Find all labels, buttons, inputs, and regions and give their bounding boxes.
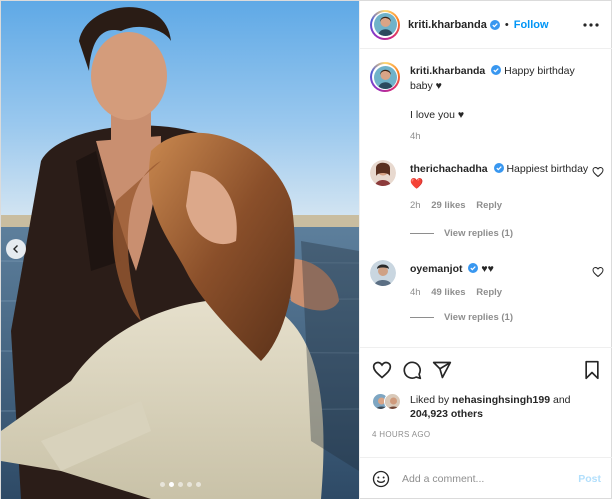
like-comment-heart-icon[interactable] [592,166,604,178]
photo-scene [1,1,359,499]
comment-likes[interactable]: 29 likes [431,200,465,211]
liker-username[interactable]: nehasinghsingh199 [452,394,550,406]
comment-body: oyemanjot ♥♥ 4h 49 likes Reply [410,260,590,300]
instagram-post: kriti.kharbanda • Follow kriti.kharbanda… [0,0,612,499]
heart-icon[interactable] [372,360,392,380]
verified-badge-icon [493,163,504,173]
comment-username[interactable]: therichachadha [410,163,488,175]
reply-button[interactable]: Reply [476,287,502,298]
likes-text: Liked by nehasinghsingh199 and 204,923 o… [410,393,571,421]
post-photo[interactable] [1,1,359,499]
more-options-button[interactable] [581,15,601,35]
author-avatar [373,13,397,36]
carousel-dot [177,482,183,487]
like-comment-heart-icon[interactable] [592,266,604,278]
caption-body: kriti.kharbanda Happy birthday baby ♥ I … [410,62,590,144]
caption-time[interactable]: 4h [410,131,421,142]
comment-time[interactable]: 4h [410,287,421,298]
author-username[interactable]: kriti.kharbanda [408,19,487,31]
bookmark-icon[interactable] [582,360,602,380]
caption-row: kriti.kharbanda Happy birthday baby ♥ I … [370,62,610,152]
view-replies-label: View replies (1) [444,312,513,323]
view-replies-button[interactable]: View replies (1) [410,312,600,323]
comment-text: ♥♥ [481,263,494,275]
caption-username[interactable]: kriti.kharbanda [410,65,485,77]
verified-badge-icon [491,65,502,75]
comment-input[interactable] [402,472,572,485]
likes-and: and [552,394,571,406]
carousel-dot [186,482,192,487]
replies-divider-line [410,317,434,318]
carousel-dot-active [168,482,174,487]
carousel-dot [159,482,165,487]
replies-divider-line [410,233,434,234]
author-avatar-ring[interactable] [370,9,400,40]
emoji-icon[interactable] [372,470,390,488]
carousel-dot [195,482,201,487]
liker-avatar[interactable] [384,393,401,410]
view-replies-label: View replies (1) [444,228,513,239]
comment-username[interactable]: oyemanjot [410,263,463,275]
more-icon [583,23,599,27]
share-icon[interactable] [432,360,452,380]
liker-avatars [372,393,406,411]
carousel-dots [1,482,359,487]
caption-avatar [373,65,397,89]
comment-body: therichachadha Happiest birthday ❤️ 2h 2… [410,160,590,213]
header-separator: • [504,18,509,31]
follow-button[interactable]: Follow [514,19,549,31]
comments-list: kriti.kharbanda Happy birthday baby ♥ I … [360,50,612,346]
caption-line-2: I love you ♥ [410,109,465,121]
post-side-panel: kriti.kharbanda • Follow kriti.kharbanda… [359,1,612,499]
action-bar [360,347,612,389]
heart-emoji: ❤️ [410,178,424,190]
view-replies-button[interactable]: View replies (1) [410,228,600,239]
comment-icon[interactable] [402,360,422,380]
post-comment-button[interactable]: Post [578,473,601,485]
likes-summary: Liked by nehasinghsingh199 and 204,923 o… [372,393,608,423]
reply-button[interactable]: Reply [476,200,502,211]
comment-time[interactable]: 2h [410,200,421,211]
carousel-prev-button[interactable] [6,239,26,259]
comment-composer: Post [360,457,612,499]
caption-avatar-ring[interactable] [370,62,400,92]
verified-badge-icon [468,263,479,273]
comment-text: Happiest birthday [506,163,589,175]
post-header: kriti.kharbanda • Follow [360,1,612,49]
likes-prefix: Liked by [410,394,450,406]
comment-likes[interactable]: 49 likes [431,287,465,298]
verified-badge-icon [489,19,500,30]
commenter-avatar[interactable] [370,260,396,286]
likes-count[interactable]: 204,923 others [410,408,483,420]
commenter-avatar[interactable] [370,160,396,186]
chevron-left-icon [13,245,18,253]
post-date[interactable]: 4 HOURS AGO [372,430,430,439]
